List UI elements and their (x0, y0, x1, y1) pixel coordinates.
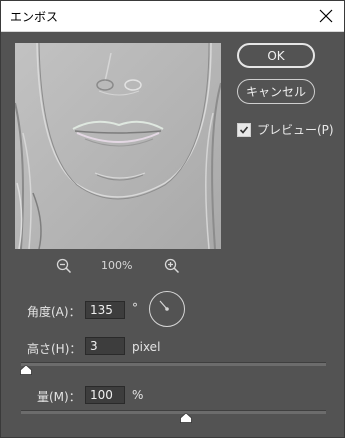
angle-dial-indicator (159, 300, 169, 311)
cancel-button[interactable]: キャンセル (237, 79, 315, 104)
angle-dial[interactable] (149, 291, 185, 327)
zoom-in-icon[interactable] (164, 258, 180, 274)
ok-button[interactable]: OK (237, 43, 315, 68)
zoom-controls: 100% (56, 258, 181, 276)
emboss-dialog: エンボス OK キャンセル プレビュー(P) 100% 角度(A)： 135 °… (0, 0, 345, 438)
dialog-title: エンボス (10, 10, 59, 24)
close-icon (319, 9, 333, 23)
amount-label: 量(M)： (37, 390, 81, 404)
checkmark-icon (239, 125, 249, 134)
height-unit: pixel (132, 340, 161, 354)
preview-image[interactable] (15, 43, 221, 249)
zoom-level: 100% (101, 259, 133, 272)
zoom-out-icon[interactable] (56, 258, 72, 274)
close-button[interactable] (314, 4, 338, 28)
title-bar: エンボス (1, 1, 344, 32)
amount-slider-track[interactable] (21, 410, 326, 414)
height-slider-thumb[interactable] (19, 365, 32, 375)
amount-unit: % (132, 388, 144, 402)
amount-slider-thumb[interactable] (179, 413, 192, 423)
height-slider-track[interactable] (21, 362, 326, 366)
checkbox-box[interactable] (237, 122, 251, 137)
angle-field[interactable]: 135 (85, 301, 125, 319)
angle-label: 角度(A)： (27, 305, 81, 319)
height-field[interactable]: 3 (85, 337, 125, 355)
angle-unit: ° (132, 301, 138, 315)
embossed-face-preview (15, 43, 221, 249)
preview-checkbox-label: プレビュー(P) (257, 123, 334, 137)
preview-checkbox[interactable]: プレビュー(P) (237, 121, 334, 138)
amount-field[interactable]: 100 (85, 386, 125, 404)
height-label: 高さ(H)： (27, 342, 82, 356)
